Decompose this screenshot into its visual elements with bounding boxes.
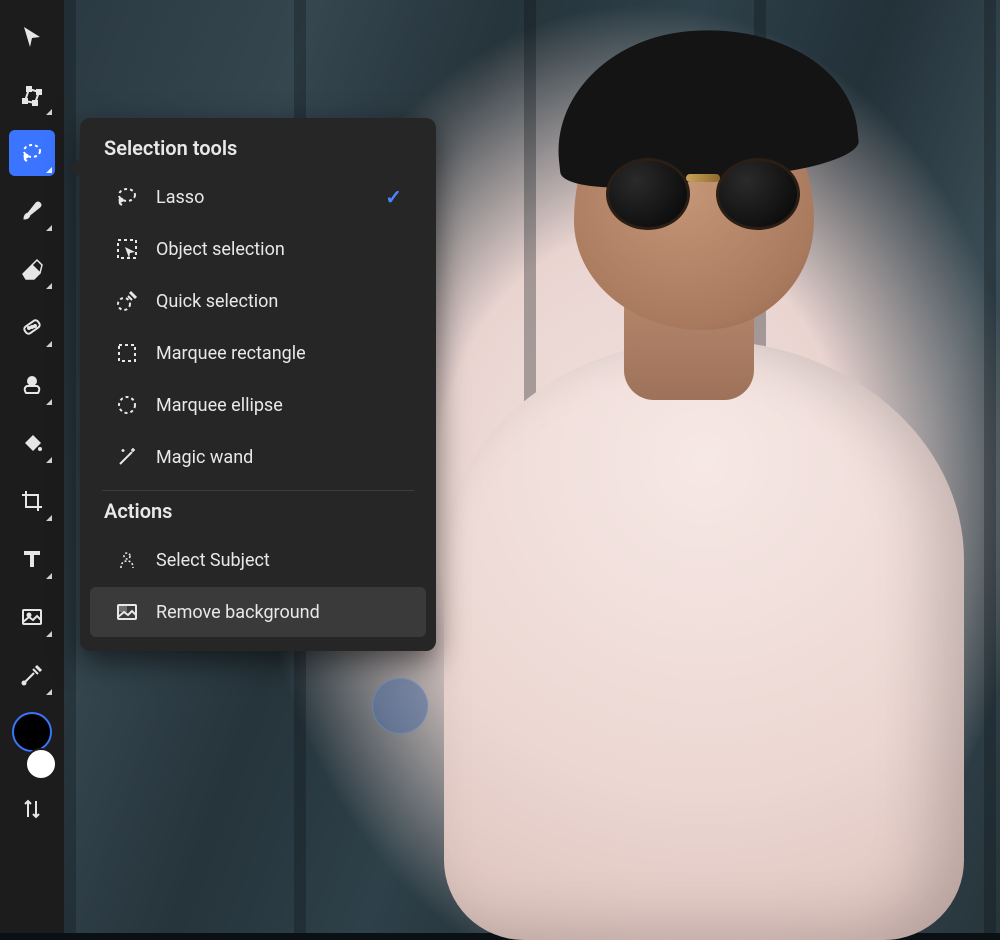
tool-clone[interactable] [9,362,55,408]
tool-brush[interactable] [9,188,55,234]
left-toolbar [0,0,64,933]
eyedropper-icon [20,663,44,687]
flyout-item-label: Object selection [156,239,402,260]
quick-select-icon [114,288,140,314]
marquee-rect-icon [114,340,140,366]
bucket-icon [20,431,44,455]
flyout-section-title-actions: Actions [80,499,436,533]
move-icon [20,25,44,49]
tool-selection[interactable] [9,130,55,176]
photo-subject [384,40,1000,933]
eraser-icon [20,257,44,281]
tool-heal[interactable] [9,304,55,350]
tool-type[interactable] [9,536,55,582]
type-icon [20,547,44,571]
flyout-section-title-tools: Selection tools [80,136,436,170]
remove-bg-icon [114,599,140,625]
flyout-item-label: Quick selection [156,291,402,312]
magic-wand-icon [114,444,140,470]
transform-icon [20,83,44,107]
tool-crop[interactable] [9,478,55,524]
flyout-item-label: Select Subject [156,550,402,571]
flyout-item-magic-wand[interactable]: Magic wand [90,432,426,482]
tool-image[interactable] [9,594,55,640]
flyout-item-label: Magic wand [156,447,402,468]
background-color-chip[interactable] [25,748,57,780]
flyout-action-remove-background[interactable]: Remove background [90,587,426,637]
flyout-item-label: Marquee rectangle [156,343,402,364]
flyout-action-select-subject[interactable]: Select Subject [90,535,426,585]
lasso-icon [20,141,44,165]
selection-tools-flyout: Selection tools Lasso ✓ Object selection [80,118,436,651]
foreground-color-chip[interactable] [12,712,52,752]
object-select-icon [114,236,140,262]
image-icon [20,605,44,629]
crop-icon [20,489,44,513]
flyout-item-marquee-rect[interactable]: Marquee rectangle [90,328,426,378]
flyout-divider [102,490,414,491]
flyout-item-object-selection[interactable]: Object selection [90,224,426,274]
clone-icon [20,373,44,397]
tool-swap-colors[interactable] [9,786,55,832]
tool-eraser[interactable] [9,246,55,292]
swap-icon [20,797,44,821]
brush-icon [20,199,44,223]
flyout-item-marquee-ellipse[interactable]: Marquee ellipse [90,380,426,430]
tool-fill[interactable] [9,420,55,466]
flyout-item-label: Marquee ellipse [156,395,402,416]
checkmark-icon: ✓ [385,185,402,209]
tool-eyedropper[interactable] [9,652,55,698]
flyout-item-lasso[interactable]: Lasso ✓ [90,172,426,222]
heal-icon [20,315,44,339]
flyout-item-label: Remove background [156,602,402,623]
lasso-icon [114,184,140,210]
tool-move[interactable] [9,14,55,60]
tool-transform[interactable] [9,72,55,118]
marquee-ellipse-icon [114,392,140,418]
select-subject-icon [114,547,140,573]
flyout-item-quick-selection[interactable]: Quick selection [90,276,426,326]
flyout-item-label: Lasso [156,187,369,208]
